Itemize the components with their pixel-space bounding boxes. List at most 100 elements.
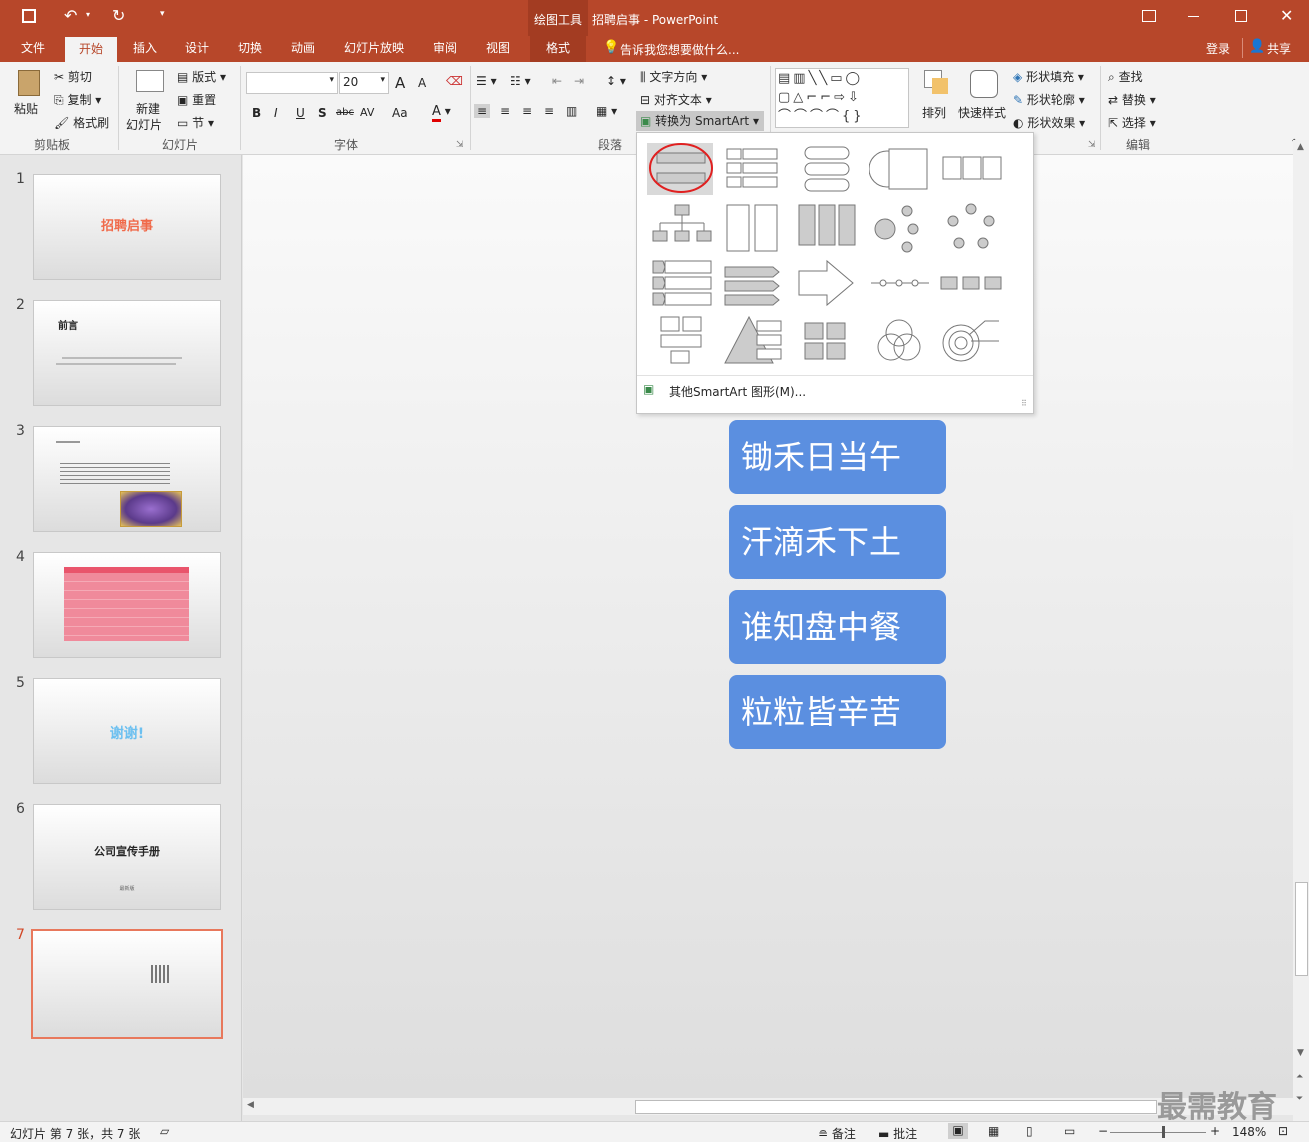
slide-thumbnail[interactable] bbox=[33, 552, 221, 658]
smartart-layout-list[interactable] bbox=[723, 145, 789, 197]
fit-slide-icon[interactable]: ⊡ bbox=[1278, 1124, 1288, 1138]
columns-button[interactable]: ▦ ▾ bbox=[596, 104, 617, 118]
slide-thumbnail-selected[interactable] bbox=[31, 929, 223, 1039]
increase-indent-button[interactable]: ⇥ bbox=[574, 74, 584, 88]
minimize-icon[interactable] bbox=[1188, 16, 1199, 17]
tab-home[interactable]: 开始 bbox=[65, 37, 117, 62]
clear-format-icon[interactable]: ⌫ bbox=[446, 74, 463, 88]
undo-dropdown-icon[interactable]: ▾ bbox=[86, 10, 90, 19]
tab-insert[interactable]: 插入 bbox=[120, 36, 170, 62]
slide-thumbnail[interactable] bbox=[33, 426, 221, 532]
smartart-layout-cycle[interactable] bbox=[939, 203, 1005, 255]
find-button[interactable]: ⌕ 查找 bbox=[1108, 68, 1143, 85]
section-button[interactable]: ▭ 节 ▾ bbox=[177, 114, 214, 131]
align-text-button[interactable]: ⊟ 对齐文本 ▾ bbox=[640, 91, 712, 108]
arrange-button[interactable]: 排列 bbox=[920, 68, 952, 128]
new-slide-button[interactable]: 新建 幻灯片 bbox=[126, 68, 172, 132]
dialog-launcher-icon[interactable]: ⇲ bbox=[1088, 140, 1096, 150]
smartart-text-box[interactable]: 粒粒皆辛苦 bbox=[729, 675, 946, 749]
tab-transitions[interactable]: 切换 bbox=[225, 36, 275, 62]
shadow-button[interactable]: S bbox=[318, 106, 327, 120]
prev-slide-icon[interactable]: ⏶ bbox=[1296, 1072, 1303, 1082]
scroll-up-icon[interactable]: ▲ bbox=[1297, 142, 1304, 152]
next-slide-icon[interactable]: ⏷ bbox=[1296, 1094, 1303, 1104]
reset-button[interactable]: ▣ 重置 bbox=[177, 91, 216, 108]
tab-design[interactable]: 设计 bbox=[172, 36, 222, 62]
zoom-slider[interactable] bbox=[1110, 1132, 1206, 1133]
smartart-layout-target[interactable] bbox=[939, 315, 1005, 367]
smartart-text-box[interactable]: 汗滴禾下土 bbox=[729, 505, 946, 579]
bold-button[interactable]: B bbox=[252, 106, 261, 120]
tell-me-input[interactable]: 告诉我您想要做什么... bbox=[620, 41, 739, 58]
smartart-text-box[interactable]: 锄禾日当午 bbox=[729, 420, 946, 494]
zoom-out-icon[interactable]: − bbox=[1098, 1124, 1108, 1138]
scroll-thumb[interactable] bbox=[635, 1100, 1157, 1114]
slide-thumbnail[interactable]: 招聘启事 bbox=[33, 174, 221, 280]
notes-button[interactable]: ≘ 备注 bbox=[818, 1125, 856, 1142]
align-right-button[interactable]: ≡ bbox=[522, 104, 532, 118]
close-icon[interactable]: ✕ bbox=[1280, 6, 1293, 25]
save-icon[interactable] bbox=[22, 9, 36, 23]
italic-button[interactable]: I bbox=[274, 106, 278, 120]
maximize-icon[interactable] bbox=[1235, 10, 1247, 22]
scroll-left-icon[interactable]: ◀ bbox=[247, 1100, 254, 1110]
decrease-indent-button[interactable]: ⇤ bbox=[552, 74, 562, 88]
paste-button[interactable]: 粘贴 bbox=[14, 68, 44, 128]
comments-button[interactable]: ▬ 批注 bbox=[878, 1125, 917, 1142]
tab-file[interactable]: 文件 bbox=[8, 36, 58, 62]
undo-icon[interactable]: ↶ bbox=[64, 6, 77, 25]
smartart-layout-basic-block-list[interactable] bbox=[647, 143, 713, 195]
char-spacing-button[interactable]: AV bbox=[360, 106, 374, 119]
smartart-layout-grouped-list[interactable] bbox=[723, 203, 789, 255]
shrink-font-button[interactable]: A bbox=[418, 76, 426, 90]
zoom-level[interactable]: 148% bbox=[1232, 1125, 1266, 1139]
shape-effects-button[interactable]: ◐ 形状效果 ▾ bbox=[1013, 114, 1085, 131]
font-name-select[interactable]: ▾ bbox=[246, 72, 338, 94]
smartart-layout-radial[interactable] bbox=[869, 203, 935, 255]
tab-view[interactable]: 视图 bbox=[473, 36, 523, 62]
slideshow-icon[interactable]: ▭ bbox=[1064, 1124, 1075, 1138]
replace-button[interactable]: ⇄ 替换 ▾ bbox=[1108, 91, 1156, 108]
select-button[interactable]: ⇱ 选择 ▾ bbox=[1108, 114, 1156, 131]
change-case-button[interactable]: Aa bbox=[392, 106, 408, 120]
tab-format[interactable]: 格式 bbox=[530, 36, 586, 62]
tab-slideshow[interactable]: 幻灯片放映 bbox=[336, 36, 412, 62]
zoom-slider-thumb[interactable] bbox=[1162, 1126, 1165, 1138]
smartart-layout-upward-arrow[interactable] bbox=[797, 259, 863, 311]
smartart-layout-pyramid[interactable] bbox=[723, 315, 789, 367]
convert-smartart-button[interactable]: ▣ 转换为 SmartArt ▾ bbox=[636, 111, 764, 131]
slide-thumbnail[interactable]: 前言 bbox=[33, 300, 221, 406]
tab-review[interactable]: 审阅 bbox=[420, 36, 470, 62]
numbering-button[interactable]: ☷ ▾ bbox=[510, 74, 531, 88]
scroll-thumb[interactable] bbox=[1295, 882, 1308, 976]
smartart-layout-table-list[interactable] bbox=[939, 145, 1005, 197]
grow-font-button[interactable]: A bbox=[395, 74, 405, 92]
smartart-text-box[interactable]: 谁知盘中餐 bbox=[729, 590, 946, 664]
slide-thumbnail[interactable]: 谢谢! bbox=[33, 678, 221, 784]
shape-outline-button[interactable]: ✎ 形状轮廓 ▾ bbox=[1013, 91, 1085, 108]
slide-thumbnail[interactable]: 公司宣传手册 最新版 bbox=[33, 804, 221, 910]
dialog-launcher-icon[interactable]: ⇲ bbox=[456, 140, 464, 150]
more-smartart-item[interactable]: ▣ 其他SmartArt 图形(M)... bbox=[643, 381, 1027, 401]
format-painter-button[interactable]: 🖌 格式刷 bbox=[54, 114, 109, 131]
smartart-layout-linear[interactable] bbox=[939, 259, 1005, 311]
text-direction-button[interactable]: ⫼ 文字方向 ▾ bbox=[640, 68, 707, 85]
smartart-layout-process[interactable] bbox=[797, 203, 863, 255]
bullets-button[interactable]: ☰ ▾ bbox=[476, 74, 497, 88]
smartart-layout-circle-list[interactable] bbox=[868, 145, 935, 197]
shape-fill-button[interactable]: ◈ 形状填充 ▾ bbox=[1013, 68, 1084, 85]
customize-qat-icon[interactable]: ▾ bbox=[160, 9, 165, 19]
normal-view-icon[interactable]: ▣ bbox=[948, 1123, 968, 1139]
tab-animations[interactable]: 动画 bbox=[278, 36, 328, 62]
quick-styles-button[interactable]: 快速样式 bbox=[958, 68, 1008, 128]
strikethrough-button[interactable]: abc bbox=[336, 107, 354, 118]
smartart-gallery-dropdown[interactable]: ▣ 其他SmartArt 图形(M)... ⠿ bbox=[636, 132, 1034, 414]
line-spacing-button[interactable]: ↕ ▾ bbox=[606, 74, 626, 88]
smartart-layout-vertical-list[interactable] bbox=[797, 145, 863, 197]
signin-link[interactable]: 登录 bbox=[1206, 40, 1230, 57]
cut-button[interactable]: ✂ 剪切 bbox=[54, 68, 92, 85]
share-button[interactable]: 👤 共享 bbox=[1242, 38, 1301, 58]
smartart-layout-hierarchy[interactable] bbox=[651, 203, 717, 255]
vertical-scrollbar[interactable]: ▲ ▼ ⏶ ⏷ bbox=[1293, 140, 1309, 1121]
zoom-in-icon[interactable]: + bbox=[1210, 1124, 1220, 1138]
